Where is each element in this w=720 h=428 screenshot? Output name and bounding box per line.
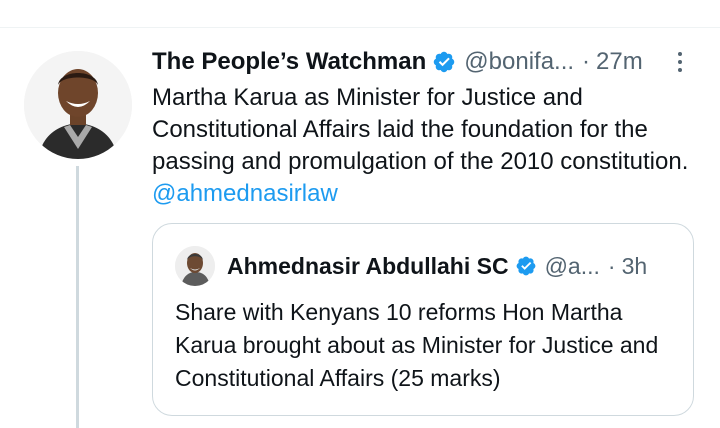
more-options-icon[interactable] (670, 48, 690, 76)
verified-badge-icon (515, 255, 537, 277)
quoted-author-display-name[interactable]: Ahmednasir Abdullahi SC (227, 253, 509, 280)
tweet-header: The People’s Watchman @bonifa... · 27m (152, 46, 680, 78)
quoted-author-handle[interactable]: @a... (545, 253, 600, 280)
author-handle[interactable]: @bonifa... (464, 46, 574, 78)
tweet-timestamp[interactable]: 27m (596, 46, 643, 78)
author-display-name[interactable]: The People’s Watchman (152, 46, 426, 78)
meta-separator: · (607, 252, 616, 279)
meta-separator: · (582, 48, 591, 75)
quoted-tweet-header: Ahmednasir Abdullahi SC @a... · 3h (175, 246, 679, 286)
mention-link[interactable]: @ahmednasirlaw (152, 180, 338, 207)
quoted-author-avatar[interactable] (175, 246, 215, 286)
tweet-body: Martha Karua as Minister for Justice and… (152, 82, 704, 210)
quoted-tweet-text: Share with Kenyans 10 reforms Hon Martha… (175, 299, 659, 391)
author-avatar[interactable] (24, 51, 132, 159)
thread-connector-line (76, 166, 79, 428)
tweet-text: Martha Karua as Minister for Justice and… (152, 84, 689, 175)
quoted-tweet-card[interactable]: Ahmednasir Abdullahi SC @a... · 3h Share… (152, 223, 694, 416)
tweet-thread-view: The People’s Watchman @bonifa... · 27m M… (0, 0, 720, 428)
verified-badge-icon (432, 50, 456, 74)
top-divider (0, 27, 720, 28)
quoted-tweet-timestamp[interactable]: 3h (622, 253, 648, 280)
